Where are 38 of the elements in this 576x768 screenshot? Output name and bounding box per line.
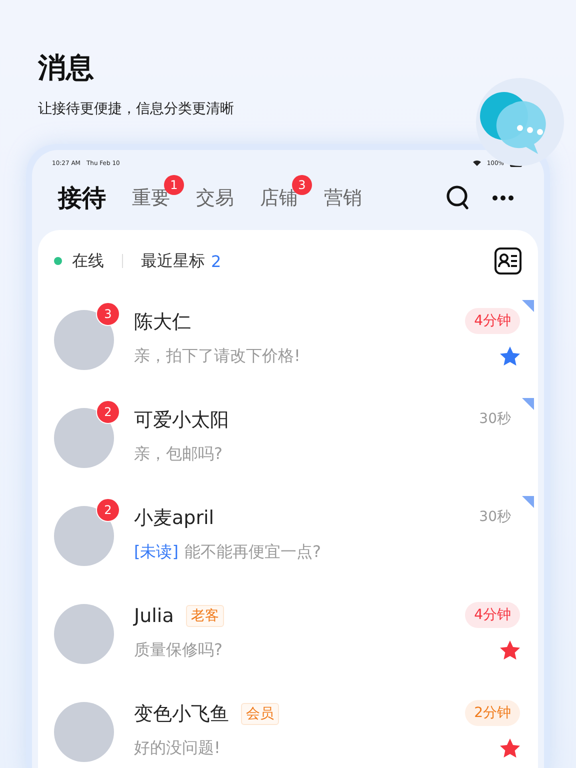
message-preview: 能不能再便宜一点? [184,542,321,563]
conversation-row[interactable]: 2 可爱小太阳 亲，包邮吗? 30秒 [54,390,534,488]
conversation-row[interactable]: Julia 老客 质量保修吗? 4分钟 [54,586,534,684]
online-status[interactable]: 在线 [72,250,104,272]
message-preview: 好的没问题! [134,738,220,759]
time-label: 2分钟 [465,700,520,726]
contact-name: Julia [134,605,174,627]
tab[interactable]: 营销 [324,185,362,211]
unread-badge: 3 [96,302,120,326]
page-title: 消息 [38,50,95,86]
starred-filter[interactable]: 最近星标 [141,250,205,272]
conversation-row[interactable]: 变色小飞鱼 会员 好的没问题! 2分钟 [54,684,534,768]
message-preview: 亲，包邮吗? [134,444,222,465]
conversation-row[interactable]: 3 陈大仁 亲，拍下了请改下价格! 4分钟 [54,292,534,390]
time-label: 30秒 [478,508,512,527]
wifi-icon [472,160,481,166]
conversation-row[interactable]: 2 小麦april [未读] 能不能再便宜一点? 30秒 [54,488,534,586]
message-preview: 质量保修吗? [134,640,222,661]
tab[interactable]: 交易 [196,185,234,211]
contact-name: 变色小飞鱼 [134,702,229,727]
message-preview: 亲，拍下了请改下价格! [134,346,300,367]
search-icon[interactable] [446,185,470,211]
more-icon[interactable] [492,195,514,201]
contact-name: 陈大仁 [134,310,191,335]
tab[interactable]: 接待 [58,182,106,214]
unread-badge: 2 [96,498,120,522]
contact-name: 可爱小太阳 [134,408,229,433]
time-label: 4分钟 [465,308,520,334]
unread-badge: 2 [96,400,120,424]
starred-count: 2 [211,252,222,270]
contact-card-icon[interactable] [494,247,522,275]
customer-tag: 会员 [241,703,279,725]
page-subtitle: 让接待更便捷，信息分类更清晰 [38,100,235,118]
time-label: 30秒 [478,410,512,429]
customer-tag: 老客 [186,605,224,627]
unread-label: [未读] [134,542,178,563]
time-label: 4分钟 [465,602,520,628]
contact-name: 小麦april [134,506,214,531]
